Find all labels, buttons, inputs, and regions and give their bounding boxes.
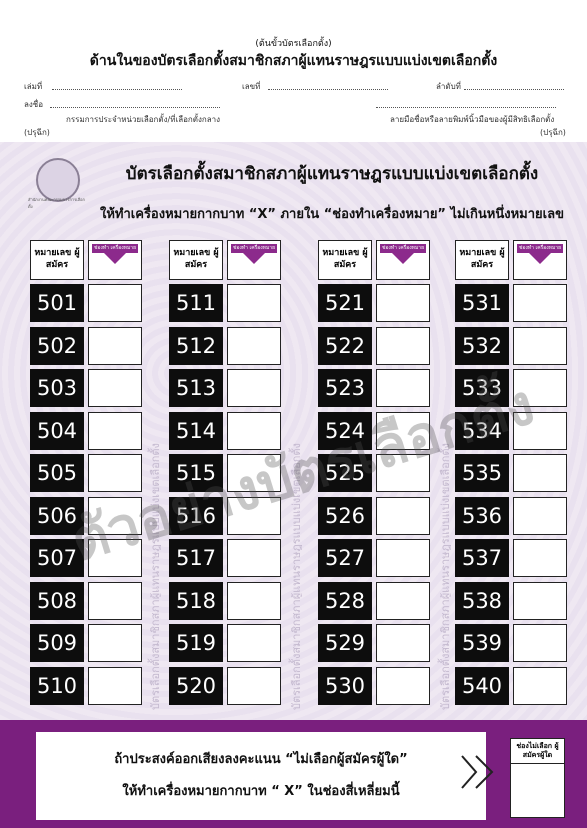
- candidate-mark-box[interactable]: [227, 539, 281, 577]
- abstain-line-1: ถ้าประสงค์ออกเสียงลงคะแนน “ไม่เลือกผู้สม…: [114, 752, 408, 767]
- candidate-mark-box[interactable]: [513, 539, 567, 577]
- candidate-mark-box[interactable]: [227, 666, 281, 705]
- candidate-number: 509: [30, 624, 84, 662]
- candidate-mark-box[interactable]: [227, 284, 281, 322]
- seal-text: สำนักงานคณะกรรมการการเลือกตั้ง: [28, 197, 85, 209]
- candidate-number: 531: [455, 284, 509, 322]
- candidate-number: 537: [455, 539, 509, 577]
- candidate-number: 539: [455, 624, 509, 662]
- candidate-mark-box[interactable]: [88, 581, 142, 620]
- candidate-mark-box[interactable]: [513, 624, 567, 662]
- voter-sign-line: [376, 107, 556, 108]
- stub-title: ด้านในของบัตรเลือกตั้งสมาชิกสภาผู้แทนราษ…: [89, 53, 498, 69]
- candidate-number: 530: [318, 666, 372, 705]
- candidate-number: 519: [169, 624, 223, 662]
- abstain-panel: [36, 732, 486, 820]
- header-mark-label: ช่องทำ เครื่องหมาย: [517, 244, 563, 253]
- arrow-down-icon: [243, 253, 265, 264]
- voter-sign-label: ลายมือชื่อหรือลายพิมพ์นิ้วมือของผู้มีสิท…: [390, 115, 555, 124]
- candidate-number: 528: [318, 581, 372, 620]
- candidate-number: 520: [169, 666, 223, 705]
- header-candidate-number: หมายเลข ผู้สมัคร: [455, 240, 509, 280]
- candidate-number: 529: [318, 624, 372, 662]
- candidate-mark-box[interactable]: [513, 496, 567, 535]
- signature-line: [50, 107, 220, 108]
- abstain-box-label: ช่องไม่เลือก ผู้สมัครผู้ใด: [511, 739, 564, 764]
- candidate-number: 523: [318, 369, 372, 407]
- candidate-mark-box[interactable]: [376, 326, 430, 365]
- header-mark-label: ช่องทำ เครื่องหมาย: [231, 244, 277, 253]
- candidate-mark-box[interactable]: [376, 539, 430, 577]
- candidate-number: 505: [30, 454, 84, 492]
- arrow-down-icon: [104, 253, 126, 264]
- order-no-line: [464, 89, 564, 90]
- candidate-number: 538: [455, 581, 509, 620]
- candidate-mark-box[interactable]: [88, 624, 142, 662]
- header-mark-box: ช่องทำ เครื่องหมาย: [88, 240, 142, 280]
- ballot-instruction: ให้ทำเครื่องหมายกากบาท “X” ภายใน “ช่องทำ…: [100, 207, 564, 222]
- candidate-mark-box[interactable]: [513, 284, 567, 322]
- candidate-mark-box[interactable]: [376, 284, 430, 322]
- candidate-mark-box[interactable]: [513, 326, 567, 365]
- candidate-number: 501: [30, 284, 84, 322]
- book-no-line: [52, 89, 182, 90]
- order-no-label: ลำดับที่: [436, 82, 461, 91]
- candidate-number: 508: [30, 581, 84, 620]
- double-arrow-icon: [461, 755, 494, 789]
- stamp-right: (ปรุฉีก): [540, 128, 566, 137]
- candidate-mark-box[interactable]: [376, 666, 430, 705]
- header-mark-label: ช่องทำ เครื่องหมาย: [380, 244, 426, 253]
- number-line: [268, 89, 388, 90]
- candidate-mark-box[interactable]: [376, 624, 430, 662]
- candidate-number: 510: [30, 666, 84, 705]
- side-text: บัตรเลือกตั้งสมาชิกสภาผู้แทนราษฎรแบบแบ่ง…: [439, 443, 451, 710]
- arrow-down-icon: [529, 253, 551, 264]
- candidate-number: 514: [169, 411, 223, 450]
- candidate-number: 504: [30, 411, 84, 450]
- candidate-mark-box[interactable]: [88, 326, 142, 365]
- arrow-down-icon: [392, 253, 414, 264]
- header-mark-box: ช่องทำ เครื่องหมาย: [513, 240, 567, 280]
- candidate-mark-box[interactable]: [227, 326, 281, 365]
- header-mark-label: ช่องทำ เครื่องหมาย: [92, 244, 138, 253]
- candidate-mark-box[interactable]: [88, 411, 142, 450]
- candidate-number: 518: [169, 581, 223, 620]
- candidate-number: 522: [318, 326, 372, 365]
- book-no-label: เล่มที่: [24, 82, 43, 91]
- header-candidate-number: หมายเลข ผู้สมัคร: [169, 240, 223, 280]
- candidate-number: 513: [169, 369, 223, 407]
- candidate-number: 503: [30, 369, 84, 407]
- candidate-number: 536: [455, 496, 509, 535]
- candidate-mark-box[interactable]: [227, 624, 281, 662]
- header-mark-box: ช่องทำ เครื่องหมาย: [376, 240, 430, 280]
- candidate-number: 540: [455, 666, 509, 705]
- abstain-line-2: ให้ทำเครื่องหมายกากบาท “ X” ในช่องสี่เหล…: [122, 784, 400, 799]
- ballot-title: บัตรเลือกตั้งสมาชิกสภาผู้แทนราษฎรแบบแบ่ง…: [125, 164, 539, 184]
- candidate-number: 521: [318, 284, 372, 322]
- stub-label: (ต้นขั้วบัตรเลือกตั้ง): [255, 39, 332, 49]
- candidate-mark-box[interactable]: [513, 581, 567, 620]
- committee-label: กรรมการประจำหน่วยเลือกตั้ง/ที่เลือกตั้งก…: [66, 115, 221, 124]
- header-candidate-number: หมายเลข ผู้สมัคร: [30, 240, 84, 280]
- candidate-number: 512: [169, 326, 223, 365]
- candidate-number: 527: [318, 539, 372, 577]
- abstain-mark-box[interactable]: ช่องไม่เลือก ผู้สมัครผู้ใด: [510, 738, 565, 818]
- header-mark-box: ช่องทำ เครื่องหมาย: [227, 240, 281, 280]
- stamp-left: (ปรุฉีก): [24, 128, 50, 137]
- candidate-number: 532: [455, 326, 509, 365]
- candidate-mark-box[interactable]: [88, 369, 142, 407]
- candidate-mark-box[interactable]: [88, 284, 142, 322]
- candidate-mark-box[interactable]: [88, 666, 142, 705]
- candidate-mark-box[interactable]: [227, 369, 281, 407]
- candidate-mark-box[interactable]: [376, 496, 430, 535]
- number-label: เลขที่: [242, 82, 261, 91]
- candidate-mark-box[interactable]: [376, 581, 430, 620]
- signature-label: ลงชื่อ: [24, 100, 44, 109]
- candidate-mark-box[interactable]: [513, 454, 567, 492]
- candidate-mark-box[interactable]: [513, 666, 567, 705]
- candidate-mark-box[interactable]: [227, 581, 281, 620]
- header-candidate-number: หมายเลข ผู้สมัคร: [318, 240, 372, 280]
- candidate-number: 502: [30, 326, 84, 365]
- candidate-number: 511: [169, 284, 223, 322]
